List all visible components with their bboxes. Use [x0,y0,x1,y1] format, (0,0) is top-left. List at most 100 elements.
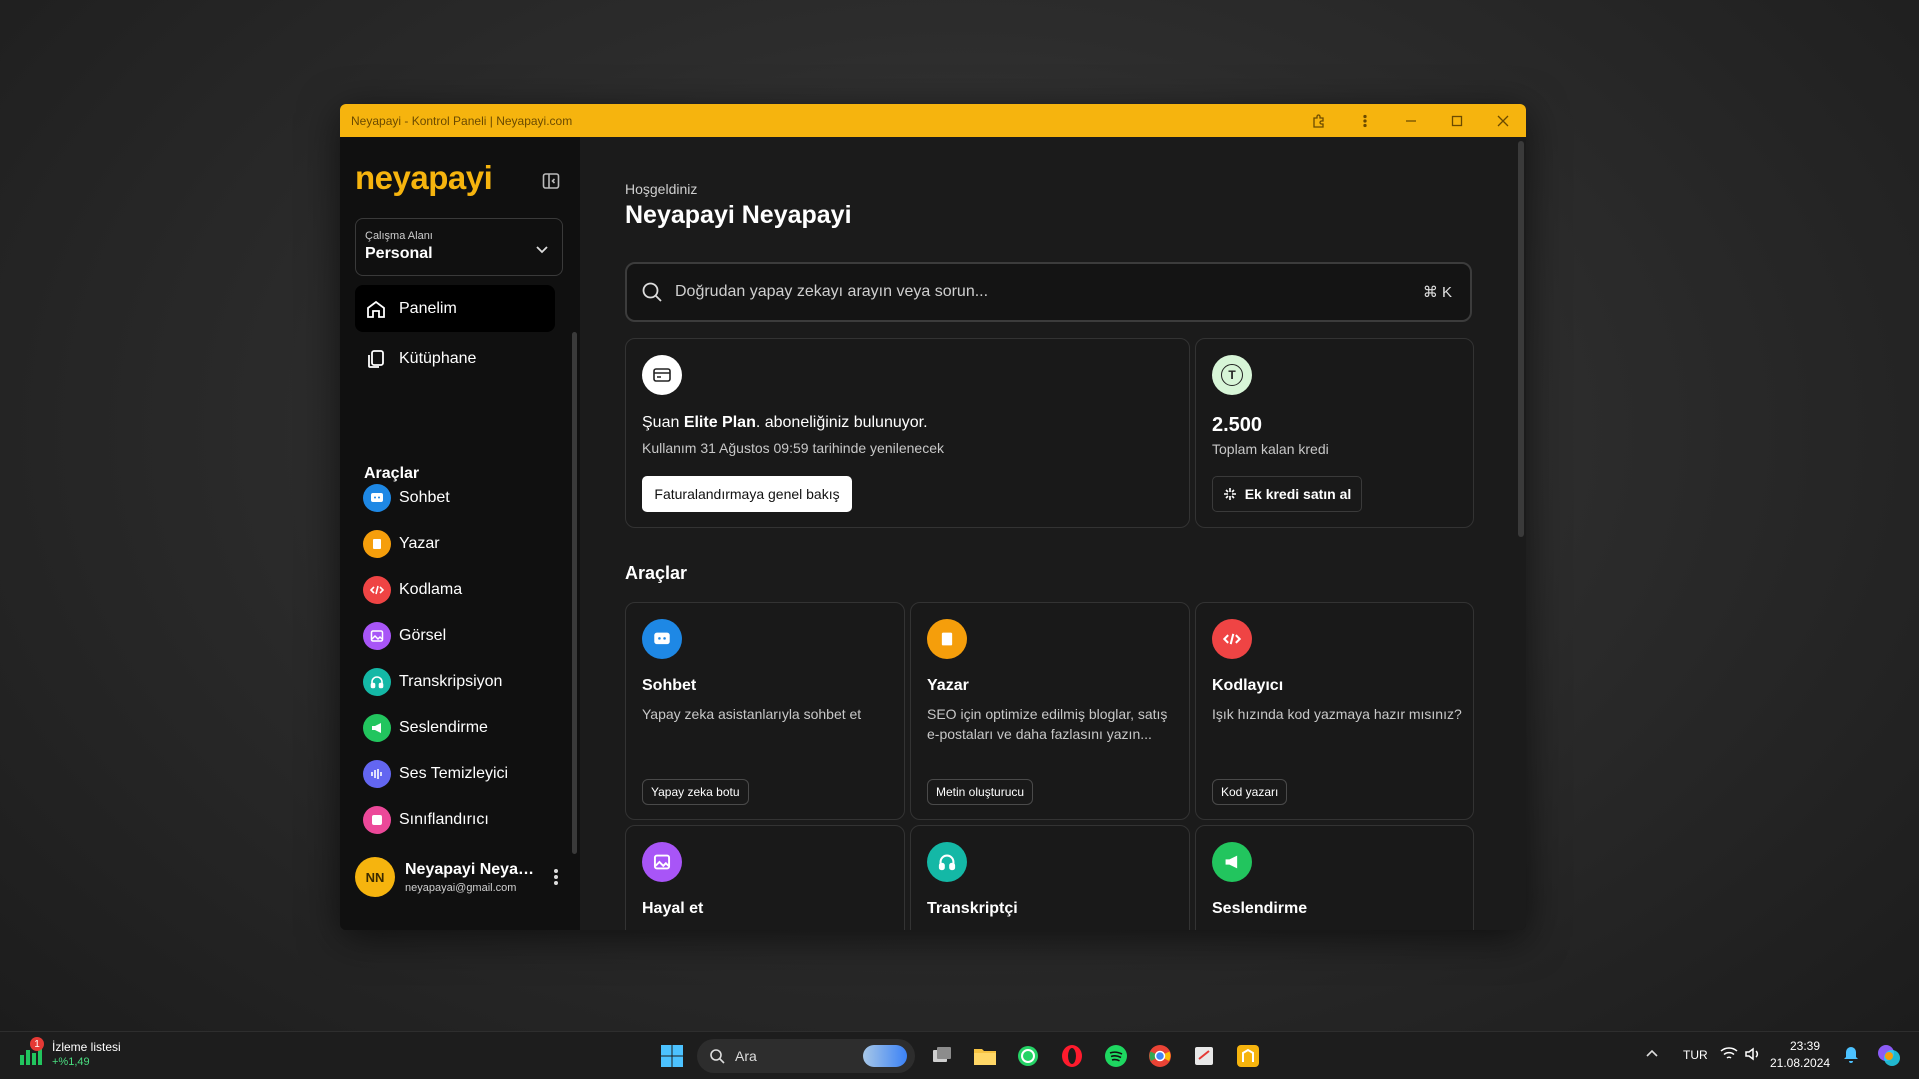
snipping-tool-icon[interactable] [1191,1043,1217,1069]
sidebar-tool-kodlama[interactable]: Kodlama [363,576,462,604]
windows-start-icon[interactable] [659,1043,685,1069]
tool-card-yazar[interactable]: Yazar SEO için optimize edilmiş bloglar,… [910,602,1190,820]
logo[interactable]: neyapayi [355,159,493,197]
close-button[interactable] [1480,104,1526,137]
search-highlight-icon [863,1045,907,1067]
classifier-icon [363,806,391,834]
minimize-button[interactable] [1388,104,1434,137]
clock[interactable]: 23:39 21.08.2024 [1770,1039,1831,1070]
code-icon [1212,619,1252,659]
tool-label: Sınıflandırıcı [399,811,489,828]
plan-card: Şuan Elite Plan. aboneliğiniz bulunuyor.… [625,338,1190,528]
window-title: Neyapayi - Kontrol Paneli | Neyapayi.com [351,113,573,128]
code-icon [363,576,391,604]
tool-card-tag[interactable]: Yapay zeka botu [642,779,749,805]
tool-card-title: Seslendirme [1212,900,1308,917]
sidebar-tool-gorsel[interactable]: Görsel [363,622,446,650]
user-email: neyapayai@gmail.com [405,881,517,894]
tool-label: Ses Temizleyici [399,765,509,782]
taskbar-search[interactable]: Ara [697,1039,915,1073]
tool-card-title: Hayal et [642,900,704,917]
chevron-up-icon[interactable] [1645,1046,1659,1065]
search-icon [642,282,662,302]
extensions-icon[interactable] [1296,104,1342,137]
credit-card: T 2.500 Toplam kalan kredi Ek kredi satı… [1195,338,1474,528]
workspace-label: Çalışma Alanı [365,230,433,242]
file-explorer-icon[interactable] [972,1043,998,1069]
watchlist-widget[interactable]: 1 İzleme listesi +%1,49 [18,1037,121,1068]
token-icon: T [1212,355,1252,395]
more-menu-icon[interactable] [1342,104,1388,137]
collapse-sidebar-icon[interactable] [541,171,561,191]
tool-card-title: Kodlayıcı [1212,677,1284,694]
writer-icon [363,530,391,558]
tool-card-transkriptci[interactable]: Transkriptçi [910,825,1190,930]
plan-status: Şuan Elite Plan. aboneliğiniz bulunuyor. [642,414,928,431]
sidebar-tool-ses-temizleyici[interactable]: Ses Temizleyici [363,760,508,788]
tool-card-kodlayici[interactable]: Kodlayıcı Işık hızında kod yazmaya hazır… [1195,602,1474,820]
widget-value: +%1,49 [52,1056,90,1068]
tool-label: Sohbet [399,489,450,506]
nav-label: Panelim [399,299,457,317]
sidebar-tool-seslendirme[interactable]: Seslendirme [363,714,488,742]
volume-icon[interactable] [1744,1046,1762,1067]
chevron-down-icon [536,246,548,254]
whatsapp-icon[interactable] [1015,1043,1041,1069]
language-indicator[interactable]: TUR [1683,1048,1708,1062]
workspace-selector[interactable]: Çalışma Alanı Personal [355,218,563,276]
tool-label: Görsel [399,627,447,644]
tool-card-tag[interactable]: Metin oluşturucu [927,779,1034,805]
sidebar-scrollbar[interactable] [572,332,577,854]
billing-overview-button[interactable]: Faturalandırmaya genel bakış [642,476,852,512]
user-menu-icon[interactable] [550,867,562,892]
workspace-value: Personal [365,245,433,262]
search-placeholder: Doğrudan yapay zekayı arayın veya sorun.… [675,283,989,300]
nav-label: Kütüphane [399,349,477,367]
notification-badge: 1 [30,1037,44,1051]
headphones-icon [927,842,967,882]
spotify-icon[interactable] [1103,1043,1129,1069]
buy-credits-button[interactable]: Ek kredi satın al [1212,476,1362,512]
tool-card-hayal-et[interactable]: Hayal et [625,825,905,930]
tool-card-desc: Işık hızında kod yazmaya hazır mısınız? [1212,706,1462,722]
nav-item-kutuphane[interactable]: Kütüphane [355,335,555,382]
tool-label: Kodlama [399,581,463,598]
tool-card-title: Yazar [927,677,969,694]
credit-amount: 2.500 [1212,414,1263,436]
card-icon [642,355,682,395]
opera-icon[interactable] [1059,1043,1085,1069]
sidebar-tool-yazar[interactable]: Yazar [363,530,440,558]
plan-name: Elite Plan [683,414,756,431]
chrome-icon[interactable] [1147,1043,1173,1069]
clock-date: 21.08.2024 [1770,1056,1831,1070]
nav-item-panelim[interactable]: Panelim [355,285,555,332]
widget-title: İzleme listesi [52,1040,121,1054]
renewal-text: Kullanım 31 Ağustos 09:59 tarihinde yeni… [642,440,944,456]
sidebar-tool-siniflandirici[interactable]: Sınıflandırıcı [363,806,489,834]
clock-time: 23:39 [1789,1039,1820,1053]
tool-card-desc: SEO için optimize edilmiş bloglar, satış… [927,706,1168,742]
tool-card-tag[interactable]: Kod yazarı [1212,779,1288,805]
image-icon [642,842,682,882]
megaphone-icon [1212,842,1252,882]
maximize-button[interactable] [1434,104,1480,137]
search-input[interactable]: Doğrudan yapay zekayı arayın veya sorun.… [625,262,1472,322]
tool-label: Yazar [399,535,440,552]
sidebar-tool-transkripsiyon[interactable]: Transkripsiyon [363,668,502,696]
tool-card-seslendirme[interactable]: Seslendirme [1195,825,1474,930]
task-view-icon[interactable] [929,1043,955,1069]
copilot-icon[interactable] [1876,1043,1902,1074]
image-icon [363,622,391,650]
user-profile[interactable]: NN Neyapayi Neyapayi neyapayai@gmail.com [355,857,541,897]
search-shortcut: ⌘ K [1422,284,1452,301]
tool-card-sohbet[interactable]: Sohbet Yapay zeka asistanlarıyla sohbet … [625,602,905,820]
megaphone-icon [363,714,391,742]
page-title: Neyapayi Neyapayi [625,201,852,229]
chat-icon [642,619,682,659]
content-scrollbar[interactable] [1518,141,1524,537]
library-icon [368,349,384,368]
wifi-icon[interactable] [1720,1046,1738,1067]
neyapayi-app-icon[interactable] [1235,1043,1261,1069]
notification-bell-icon[interactable] [1843,1046,1859,1069]
sidebar-tool-sohbet[interactable]: Sohbet [363,484,450,512]
